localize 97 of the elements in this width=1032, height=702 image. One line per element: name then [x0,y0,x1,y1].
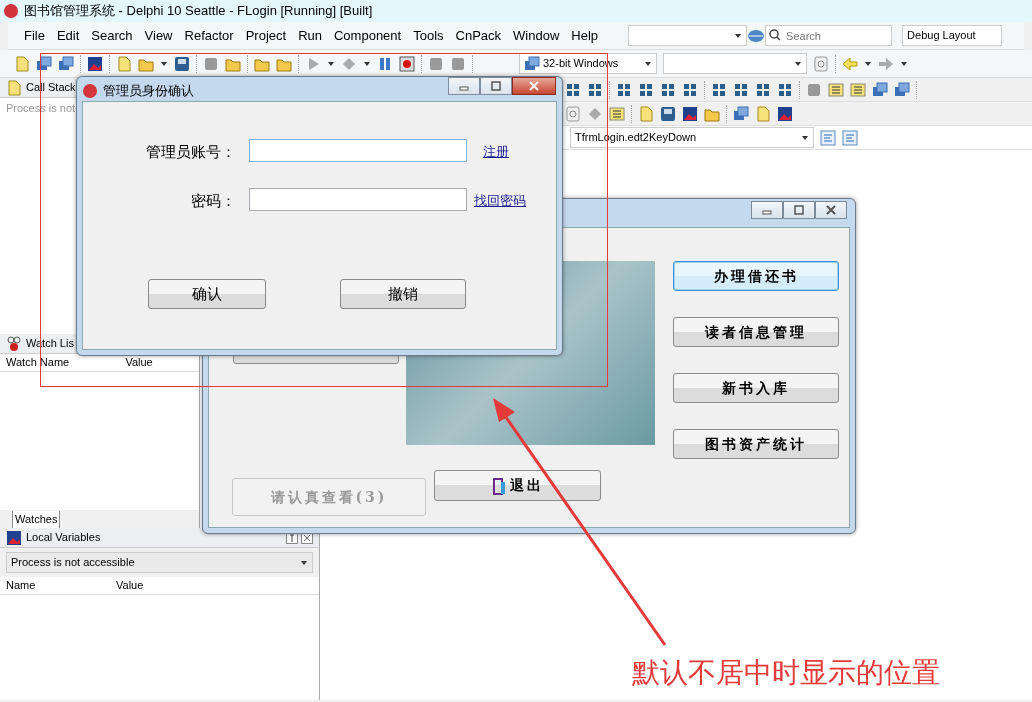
grid-icon[interactable] [565,81,581,98]
layout-dropdown[interactable]: Debug Layout [902,25,1003,46]
grid-icon[interactable] [682,81,698,98]
caret-icon[interactable] [363,59,371,68]
arrow-icon[interactable] [842,55,858,72]
caret-icon[interactable] [900,59,908,68]
field-label: 管理员账号： [146,142,236,162]
form-button[interactable]: 新书入库 [673,373,839,403]
bug-icon [6,335,22,352]
menu-item[interactable]: Tools [407,25,450,46]
input-field[interactable] [249,188,467,211]
grid-icon[interactable] [616,81,632,98]
panel-tab[interactable]: Watches [12,511,61,529]
align-icon[interactable] [850,81,866,98]
form-button[interactable]: 退出 [434,470,601,501]
column-header: Name [5,578,37,594]
dialog-title: 管理员身份确认 [103,82,194,100]
caret-icon[interactable] [160,59,168,68]
windows-stack-icon[interactable] [58,55,74,72]
menu-item[interactable]: File [18,25,51,46]
windows-stack-icon[interactable] [872,81,888,98]
menu-item[interactable]: Project [239,25,293,46]
dialog-button[interactable]: 撤销 [340,279,466,309]
document-icon [6,79,22,96]
panel-title: Local Variables [26,530,101,546]
grid-icon[interactable] [638,81,654,98]
menu-item[interactable]: CnPack [449,25,508,46]
grid-icon[interactable] [587,81,603,98]
pause-icon[interactable] [377,55,393,72]
link[interactable]: 找回密码 [474,191,526,211]
picture-icon[interactable] [87,55,103,72]
windows-stack-icon[interactable] [894,81,910,98]
stop-icon[interactable] [399,55,415,72]
grid-icon[interactable] [660,81,676,98]
search-field[interactable]: Search [765,25,893,46]
dialog-button[interactable]: 确认 [148,279,266,309]
menu-item[interactable]: Search [85,25,139,46]
menu-item[interactable]: Window [507,25,566,46]
menu-item[interactable]: Help [565,25,605,46]
diamond-icon[interactable] [587,105,603,122]
menu-item[interactable]: Refactor [178,25,240,46]
caret-icon [300,558,308,567]
column-header: Watch Name [5,355,71,371]
maximize-icon[interactable] [491,81,501,91]
grid-icon[interactable] [711,81,727,98]
form-button[interactable]: 读者信息管理 [673,317,839,347]
form-button[interactable]: 图书资产统计 [673,429,839,459]
door-icon [491,476,506,495]
diamond-icon[interactable] [341,55,357,72]
field-label: 密码： [191,191,236,211]
square-icon[interactable] [428,55,444,72]
window-title: 图书馆管理系统 - Delphi 10 Seattle - FLogin [Running] [Built] [24,2,373,21]
link[interactable]: 注册 [483,142,509,162]
align-icon[interactable] [828,81,844,98]
globe-icon[interactable] [747,27,766,44]
menu-item[interactable]: View [138,25,179,46]
document-icon[interactable] [14,55,30,72]
process-label: Process is not accessible [11,555,135,571]
process-dropdown[interactable]: Process is not accessible [6,552,313,573]
input-field[interactable] [249,139,467,162]
menu-item[interactable]: Run [292,25,328,46]
document-icon[interactable] [116,55,132,72]
search-icon [769,29,782,41]
align-icon[interactable] [609,105,625,122]
menu-item[interactable]: Edit [50,25,86,46]
grid-icon[interactable] [733,81,749,98]
text-align-icon[interactable] [820,129,836,146]
grid-icon[interactable] [755,81,771,98]
maximize-icon[interactable] [794,205,804,215]
column-header: Value [124,355,154,371]
annotation-text: 默认不居中时显示的位置 [632,656,940,690]
grid-icon[interactable] [777,81,793,98]
document-icon[interactable] [755,105,771,122]
app-logo-icon [4,4,18,18]
caret-icon[interactable] [864,59,872,68]
square-icon[interactable] [450,55,466,72]
windows-stack-icon [524,55,540,72]
form-button[interactable]: 办理借还书 [673,261,839,291]
caret-icon [801,133,809,142]
column-header: Value [115,578,145,594]
picture-icon[interactable] [777,105,793,122]
picture-icon[interactable] [682,105,698,122]
square-icon[interactable] [806,81,822,98]
windows-stack-icon[interactable] [733,105,749,122]
caret-icon[interactable] [327,59,335,68]
document-icon[interactable] [638,105,654,122]
app-logo-icon [83,83,97,98]
menu-item[interactable]: Component [328,25,408,46]
windows-stack-icon[interactable] [36,55,52,72]
close-icon[interactable] [826,205,836,215]
caret-icon [644,59,652,68]
caret-icon [734,31,743,40]
text-align-icon[interactable] [842,129,858,146]
arrow-icon[interactable] [878,55,894,72]
picture-icon [6,529,22,546]
square-icon[interactable] [203,55,219,72]
caret-icon [794,59,802,68]
